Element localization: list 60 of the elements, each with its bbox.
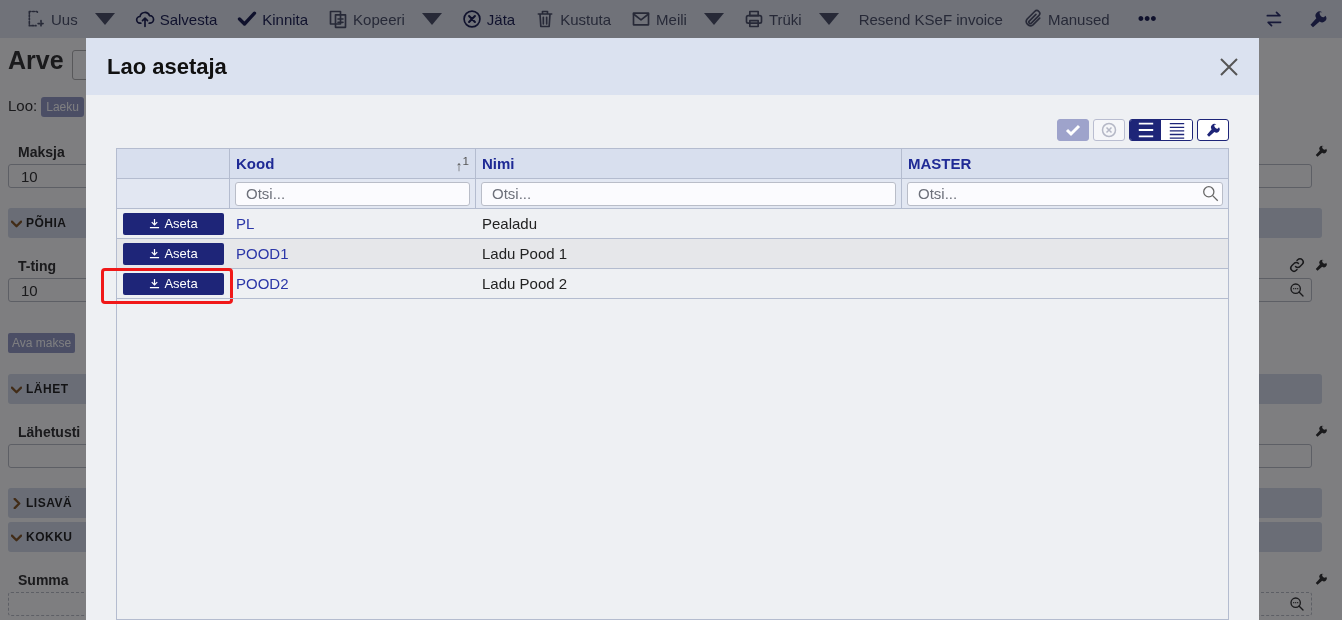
toolbar-button[interactable]: Jäta xyxy=(457,7,520,31)
field-label: Lähetusti xyxy=(17,423,81,440)
section-title: PÕHIA xyxy=(26,216,67,230)
section-title: LISAVÄ xyxy=(26,496,73,510)
table-cell[interactable]: POOD1 xyxy=(230,239,476,269)
list-lines-icon xyxy=(1136,121,1155,139)
column-header[interactable]: Kood ↑$^{1}$ xyxy=(230,149,476,179)
wrench-icon xyxy=(1314,424,1328,438)
create-label: Loo: xyxy=(8,96,38,114)
search-icon xyxy=(1202,185,1219,202)
column-header[interactable]: MASTER xyxy=(902,149,1228,179)
wrench-icon xyxy=(1314,144,1328,158)
cloud-upload-icon xyxy=(134,9,155,29)
toolbar-button[interactable]: Kinnita xyxy=(233,7,313,31)
download-icon xyxy=(149,248,161,259)
field-label: Maksja xyxy=(17,143,65,160)
section-title: LÄHET xyxy=(26,382,69,396)
more-button[interactable]: ••• xyxy=(1125,6,1161,32)
wrench-icon xyxy=(1314,258,1328,272)
insert-button[interactable]: Aseta xyxy=(123,242,224,265)
cancel-circle-icon xyxy=(461,9,482,29)
page-title: Arve xyxy=(8,46,64,74)
table-cell[interactable]: POOD2 xyxy=(230,269,476,299)
settings-button[interactable] xyxy=(1197,119,1229,141)
section-title: KOKKU xyxy=(26,530,73,544)
paperclip-icon xyxy=(1022,9,1043,29)
filter-field[interactable]: Otsi... xyxy=(907,181,1223,206)
chevron-right-icon xyxy=(11,497,22,509)
table-cell: Ladu Pood 2 xyxy=(476,269,902,299)
view-toggle[interactable] xyxy=(1130,120,1161,140)
insert-button[interactable]: Aseta xyxy=(123,212,224,235)
envelope-icon xyxy=(631,9,652,29)
field-label: T-ting xyxy=(17,257,57,274)
column-header[interactable]: Nimi xyxy=(476,149,902,179)
new-document-icon xyxy=(26,9,46,29)
table-cell: Ladu Pood 1 xyxy=(476,239,902,269)
sort-indicator: ↑$^{1}$ xyxy=(455,153,469,174)
lookup-search-icon xyxy=(1289,282,1305,298)
wrench-icon xyxy=(1205,122,1221,138)
insert-button[interactable]: Aseta xyxy=(123,272,224,295)
checkmark-icon xyxy=(237,9,258,29)
checkmark-icon xyxy=(1065,122,1081,138)
wrench-icon xyxy=(1314,572,1328,586)
download-icon xyxy=(149,218,161,229)
filter-field[interactable]: Otsi... xyxy=(235,181,470,206)
lookup-search-icon xyxy=(1289,596,1305,612)
field-value: 10 xyxy=(20,167,38,185)
settings-icon xyxy=(1308,9,1328,29)
close-button[interactable] xyxy=(1219,56,1239,77)
dialog-title: Lao asetaja xyxy=(107,53,227,80)
view-toggle[interactable] xyxy=(1161,120,1192,140)
cancel-circle-icon xyxy=(1101,122,1117,138)
toolbar-button[interactable]: Salvesta xyxy=(130,7,222,31)
field-value: 10 xyxy=(20,281,38,299)
download-icon xyxy=(149,278,161,289)
field-label: Summa xyxy=(17,571,69,588)
printer-icon xyxy=(743,9,764,29)
swap-arrows-icon xyxy=(1264,9,1284,29)
copy-icon xyxy=(328,9,349,29)
filter-field[interactable]: Otsi... xyxy=(481,181,896,206)
